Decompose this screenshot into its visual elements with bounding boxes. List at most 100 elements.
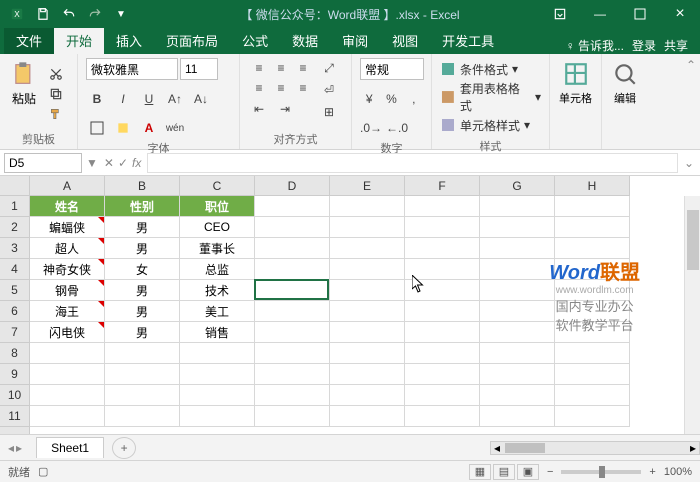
maximize-icon[interactable]: [620, 0, 660, 28]
cancel-fx-icon[interactable]: ✕: [104, 156, 114, 170]
cell[interactable]: [255, 343, 330, 364]
enter-fx-icon[interactable]: ✓: [118, 156, 128, 170]
increase-decimal-icon[interactable]: .0→: [360, 118, 382, 138]
cell[interactable]: [555, 364, 630, 385]
cell[interactable]: [405, 385, 480, 406]
minimize-icon[interactable]: —: [580, 0, 620, 28]
cell-styles-button[interactable]: 单元格样式 ▾: [440, 114, 541, 136]
col-header[interactable]: A: [30, 176, 105, 195]
sheet-nav-first-icon[interactable]: ◂: [8, 441, 14, 455]
cell[interactable]: [555, 301, 630, 322]
increase-font-button[interactable]: A↑: [164, 89, 186, 109]
cell[interactable]: [330, 364, 405, 385]
cell[interactable]: [330, 301, 405, 322]
row-header[interactable]: 11: [0, 406, 29, 427]
zoom-out-icon[interactable]: −: [547, 466, 553, 478]
cell[interactable]: [555, 259, 630, 280]
currency-icon[interactable]: ¥: [360, 89, 378, 109]
row-header[interactable]: 8: [0, 343, 29, 364]
cell[interactable]: [180, 406, 255, 427]
cell[interactable]: [330, 322, 405, 343]
cell[interactable]: [255, 259, 330, 280]
font-name-combo[interactable]: 微软雅黑: [86, 58, 178, 80]
tab-data[interactable]: 数据: [280, 27, 330, 54]
save-icon[interactable]: [34, 5, 52, 23]
cell[interactable]: [30, 406, 105, 427]
cell[interactable]: 职位: [180, 196, 255, 217]
cell[interactable]: 男: [105, 238, 180, 259]
cell[interactable]: [330, 343, 405, 364]
align-left-icon[interactable]: ≡: [248, 78, 270, 98]
col-header[interactable]: G: [480, 176, 555, 195]
cell[interactable]: [405, 280, 480, 301]
cell[interactable]: [330, 196, 405, 217]
row-header[interactable]: 9: [0, 364, 29, 385]
row-header[interactable]: 4: [0, 259, 29, 280]
zoom-slider[interactable]: [561, 470, 641, 474]
cell[interactable]: 神奇女侠: [30, 259, 105, 280]
col-header[interactable]: H: [555, 176, 630, 195]
cell[interactable]: [555, 196, 630, 217]
copy-icon[interactable]: [46, 85, 66, 103]
cell[interactable]: [405, 364, 480, 385]
redo-icon[interactable]: [86, 5, 104, 23]
cell[interactable]: [555, 343, 630, 364]
format-table-button[interactable]: 套用表格格式 ▾: [440, 86, 541, 108]
decrease-font-button[interactable]: A↓: [190, 89, 212, 109]
ribbon-options-icon[interactable]: [540, 0, 580, 28]
cell[interactable]: [480, 259, 555, 280]
cell[interactable]: 技术: [180, 280, 255, 301]
cell[interactable]: 性别: [105, 196, 180, 217]
cell[interactable]: [480, 280, 555, 301]
cell[interactable]: 海王: [30, 301, 105, 322]
cell[interactable]: [105, 364, 180, 385]
cell[interactable]: [405, 322, 480, 343]
cell[interactable]: 钢骨: [30, 280, 105, 301]
new-sheet-button[interactable]: +: [112, 437, 136, 459]
normal-view-icon[interactable]: ▦: [469, 464, 491, 480]
percent-icon[interactable]: %: [382, 89, 400, 109]
cell[interactable]: [255, 364, 330, 385]
cell[interactable]: [330, 259, 405, 280]
format-painter-icon[interactable]: [46, 105, 66, 123]
cell[interactable]: [405, 217, 480, 238]
tab-home[interactable]: 开始: [54, 27, 104, 54]
cell[interactable]: [105, 343, 180, 364]
cell[interactable]: [255, 301, 330, 322]
cell[interactable]: [105, 385, 180, 406]
vertical-scrollbar[interactable]: [684, 196, 700, 434]
italic-button[interactable]: I: [112, 89, 134, 109]
cell[interactable]: 男: [105, 217, 180, 238]
cell[interactable]: 姓名: [30, 196, 105, 217]
border-button[interactable]: [86, 118, 108, 138]
comma-icon[interactable]: ,: [405, 89, 423, 109]
paste-label[interactable]: 粘贴: [12, 90, 36, 107]
cell[interactable]: [405, 238, 480, 259]
cell[interactable]: [405, 259, 480, 280]
align-right-icon[interactable]: ≡: [292, 78, 314, 98]
cell[interactable]: [255, 238, 330, 259]
row-header[interactable]: 3: [0, 238, 29, 259]
cell[interactable]: 男: [105, 280, 180, 301]
close-icon[interactable]: ×: [660, 0, 700, 28]
cell[interactable]: [480, 301, 555, 322]
cell[interactable]: [180, 385, 255, 406]
cell[interactable]: [405, 301, 480, 322]
row-header[interactable]: 1: [0, 196, 29, 217]
sheet-tab[interactable]: Sheet1: [36, 437, 104, 458]
cell[interactable]: 董事长: [180, 238, 255, 259]
tab-review[interactable]: 审阅: [330, 27, 380, 54]
cell[interactable]: [405, 343, 480, 364]
align-bottom-icon[interactable]: ≡: [292, 58, 314, 78]
tab-file[interactable]: 文件: [4, 27, 54, 54]
cell[interactable]: [330, 238, 405, 259]
cell[interactable]: [405, 196, 480, 217]
increase-indent-icon[interactable]: ⇥: [274, 99, 296, 119]
cell[interactable]: [405, 406, 480, 427]
name-box[interactable]: D5: [4, 153, 82, 173]
number-format-combo[interactable]: 常规: [360, 58, 424, 80]
tab-pagelayout[interactable]: 页面布局: [154, 27, 230, 54]
row-header[interactable]: 5: [0, 280, 29, 301]
cell[interactable]: [555, 217, 630, 238]
signin[interactable]: 登录: [632, 37, 656, 54]
